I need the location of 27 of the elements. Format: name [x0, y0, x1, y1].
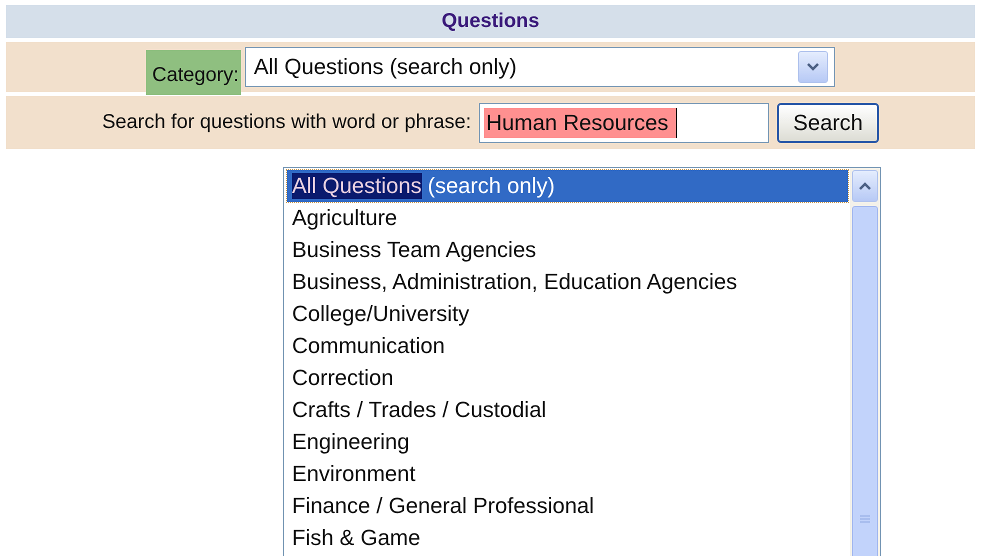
category-label: Category: [146, 50, 241, 95]
dropdown-option[interactable]: Business Team Agencies [287, 234, 848, 266]
search-button[interactable]: Search [777, 102, 879, 142]
dropdown-option[interactable]: Crafts / Trades / Custodial [287, 394, 848, 426]
dropdown-option[interactable]: Finance / General Professional [287, 490, 848, 522]
dropdown-option[interactable]: Communication [287, 330, 848, 362]
dropdown-option[interactable]: Fish & Game [287, 522, 848, 554]
highlighted-text: All Questions [292, 173, 422, 199]
grip-icon [860, 515, 870, 523]
search-label: Search for questions with word or phrase: [102, 111, 472, 134]
dropdown-option[interactable]: All Questions (search only) [287, 170, 848, 202]
dropdown-option[interactable]: Environment [287, 458, 848, 490]
scroll-up-button[interactable] [852, 170, 878, 202]
scroll-thumb[interactable] [852, 206, 878, 556]
category-select[interactable]: All Questions (search only) [244, 47, 835, 87]
dropdown-option[interactable]: Engineering [287, 426, 848, 458]
chevron-up-icon [858, 181, 872, 191]
highlighted-text: Human Resources [484, 108, 678, 138]
section-title: Questions [6, 5, 975, 38]
dropdown-option[interactable]: Business, Administration, Education Agencies [287, 266, 848, 298]
dropdown-option[interactable]: Agriculture [287, 202, 848, 234]
dropdown-option[interactable]: Correction [287, 362, 848, 394]
scrollbar[interactable] [850, 168, 880, 556]
search-field[interactable]: Human Resources [479, 102, 770, 142]
chevron-down-icon [806, 62, 820, 72]
dropdown-option[interactable]: College/University [287, 298, 848, 330]
option-label: (search only) [428, 173, 555, 199]
